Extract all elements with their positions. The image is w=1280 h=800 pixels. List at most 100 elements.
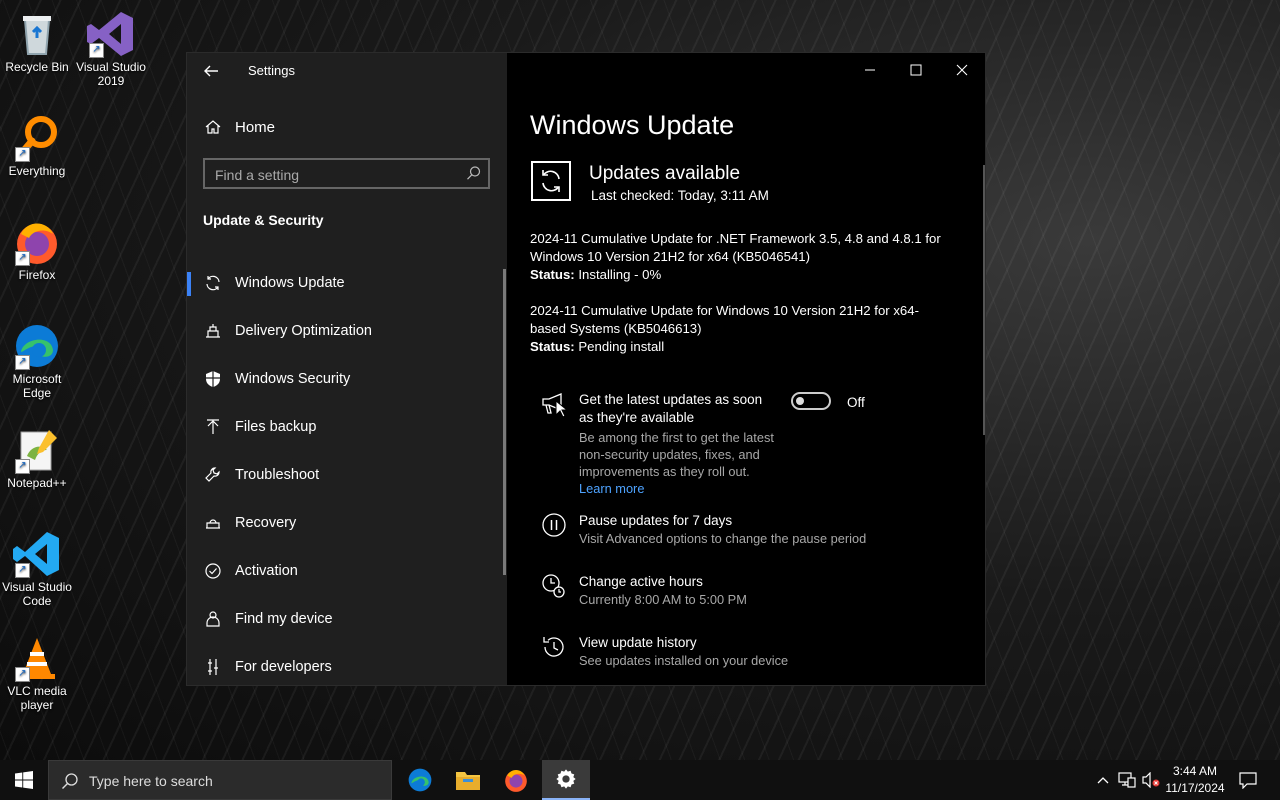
desktop-icon-notepad-plus-plus[interactable]: ↗ Notepad++ — [0, 420, 74, 490]
page-title: Windows Update — [530, 110, 735, 140]
sidebar-item-label: Windows Security — [235, 371, 351, 387]
start-button[interactable] — [0, 760, 48, 800]
search-icon — [466, 165, 482, 186]
desktop-icon-label: Firefox — [18, 268, 56, 282]
taskbar-app-file-explorer[interactable] — [444, 760, 492, 800]
maximize-icon — [910, 64, 922, 76]
option-description: Be among the first to get the latest non… — [579, 429, 779, 497]
taskbar-app-settings[interactable] — [542, 760, 590, 800]
vlc-cone-icon: ↗ — [13, 634, 61, 682]
update-name: 2024-11 Cumulative Update for Windows 10… — [530, 303, 919, 336]
shortcut-arrow-icon: ↗ — [15, 667, 30, 682]
firefox-icon: ↗ — [13, 218, 61, 266]
status-value: Installing - 0% — [574, 267, 662, 282]
check-circle-icon — [203, 561, 223, 581]
update-status-heading: Updates available — [589, 163, 741, 184]
desktop-icon-firefox[interactable]: ↗ Firefox — [0, 212, 74, 282]
latest-updates-toggle[interactable] — [791, 392, 831, 410]
back-arrow-icon — [204, 65, 218, 77]
sync-icon — [203, 273, 223, 293]
option-title: Pause updates for 7 days — [579, 513, 733, 528]
backup-arrow-icon — [203, 417, 223, 437]
option-title: Change active hours — [579, 574, 703, 589]
sidebar-scrollbar[interactable] — [503, 269, 506, 575]
desktop-icon-label: Visual Studio Code — [2, 580, 72, 608]
taskbar-clock[interactable]: 3:44 AM 11/17/2024 — [1162, 763, 1228, 797]
sidebar-item-label: Home — [235, 118, 276, 136]
sidebar-item-files-backup[interactable]: Files backup — [187, 403, 507, 451]
option-description: See updates installed on your device — [579, 653, 789, 668]
sidebar-item-activation[interactable]: Activation — [187, 547, 507, 595]
desktop-icon-label: Notepad++ — [7, 476, 67, 490]
network-icon — [1118, 772, 1136, 788]
wrench-icon — [203, 465, 223, 485]
desktop-icon-label: Everything — [8, 164, 66, 178]
sidebar-nav-list: Windows Update Delivery Optimization Win… — [187, 259, 507, 691]
taskbar-app-firefox[interactable] — [492, 760, 540, 800]
sidebar-item-recovery[interactable]: Recovery — [187, 499, 507, 547]
volume-tray-button[interactable] — [1140, 760, 1162, 800]
shield-icon — [203, 369, 223, 389]
network-tray-button[interactable] — [1116, 760, 1138, 800]
title-bar: Settings — [187, 53, 507, 87]
search-input[interactable] — [205, 160, 467, 189]
notification-icon — [1239, 772, 1257, 789]
sidebar-item-find-my-device[interactable]: Find my device — [187, 595, 507, 643]
status-label: Status: — [530, 267, 575, 282]
developer-tools-icon — [203, 657, 223, 677]
update-status: Status: Pending install — [530, 338, 950, 356]
desktop-icon-label: VLC media player — [7, 684, 67, 712]
edge-icon: ↗ — [13, 322, 61, 370]
option-description: Visit Advanced options to change the pau… — [579, 531, 867, 546]
shortcut-arrow-icon: ↗ — [89, 43, 104, 58]
clock-time: 3:44 AM — [1172, 764, 1218, 778]
sidebar-item-label: Activation — [235, 563, 298, 579]
show-hidden-icons-button[interactable] — [1094, 760, 1112, 800]
close-button[interactable] — [939, 53, 985, 87]
volume-muted-icon — [1142, 772, 1160, 788]
windows-logo-icon — [15, 771, 33, 789]
desktop-icon-visual-studio-code[interactable]: ↗ Visual Studio Code — [0, 524, 74, 608]
shortcut-arrow-icon: ↗ — [15, 147, 30, 162]
toggle-state-label: Off — [847, 395, 865, 410]
back-button[interactable] — [199, 59, 223, 83]
clock-date: 11/17/2024 — [1165, 781, 1225, 795]
sidebar-item-home[interactable]: Home — [203, 116, 275, 138]
desktop-icon-microsoft-edge[interactable]: ↗ Microsoft Edge — [0, 316, 74, 400]
update-entry: 2024-11 Cumulative Update for Windows 10… — [530, 302, 950, 356]
main-scrollbar[interactable] — [983, 165, 985, 435]
desktop-icon-vlc[interactable]: ↗ VLC media player — [0, 628, 74, 712]
notification-center-button[interactable] — [1234, 760, 1262, 800]
toggle-knob — [796, 397, 804, 405]
find-setting-search-box[interactable] — [203, 158, 490, 189]
sidebar-item-label: Files backup — [235, 419, 317, 435]
search-icon — [61, 772, 79, 795]
sidebar-item-windows-security[interactable]: Windows Security — [187, 355, 507, 403]
sidebar-item-for-developers[interactable]: For developers — [187, 643, 507, 691]
sidebar-item-label: For developers — [235, 659, 332, 675]
edge-icon — [408, 768, 432, 792]
taskbar-search-box[interactable]: Type here to search — [48, 760, 392, 800]
maximize-button[interactable] — [893, 53, 939, 87]
desktop-icon-visual-studio-2019[interactable]: ↗ Visual Studio 2019 — [74, 4, 148, 88]
shortcut-arrow-icon: ↗ — [15, 355, 30, 370]
everything-search-icon: ↗ — [13, 114, 61, 162]
sidebar-item-troubleshoot[interactable]: Troubleshoot — [187, 451, 507, 499]
folder-icon — [456, 772, 480, 790]
desktop-icon-everything[interactable]: ↗ Everything — [0, 108, 74, 178]
shortcut-arrow-icon: ↗ — [15, 251, 30, 266]
option-title: View update history — [579, 635, 697, 650]
update-name: 2024-11 Cumulative Update for .NET Frame… — [530, 231, 941, 264]
minimize-button[interactable] — [847, 53, 893, 87]
pause-icon — [541, 512, 567, 538]
person-location-icon — [203, 609, 223, 629]
learn-more-link[interactable]: Learn more — [579, 481, 644, 496]
desktop-icon-recycle-bin[interactable]: Recycle Bin — [0, 4, 74, 74]
sidebar-item-delivery-optimization[interactable]: Delivery Optimization — [187, 307, 507, 355]
recycle-bin-icon — [13, 10, 61, 58]
sidebar-item-label: Recovery — [235, 515, 297, 531]
taskbar-app-edge[interactable] — [396, 760, 444, 800]
history-icon — [541, 634, 567, 660]
sidebar-item-windows-update[interactable]: Windows Update — [187, 259, 507, 307]
status-value: Pending install — [574, 339, 665, 354]
